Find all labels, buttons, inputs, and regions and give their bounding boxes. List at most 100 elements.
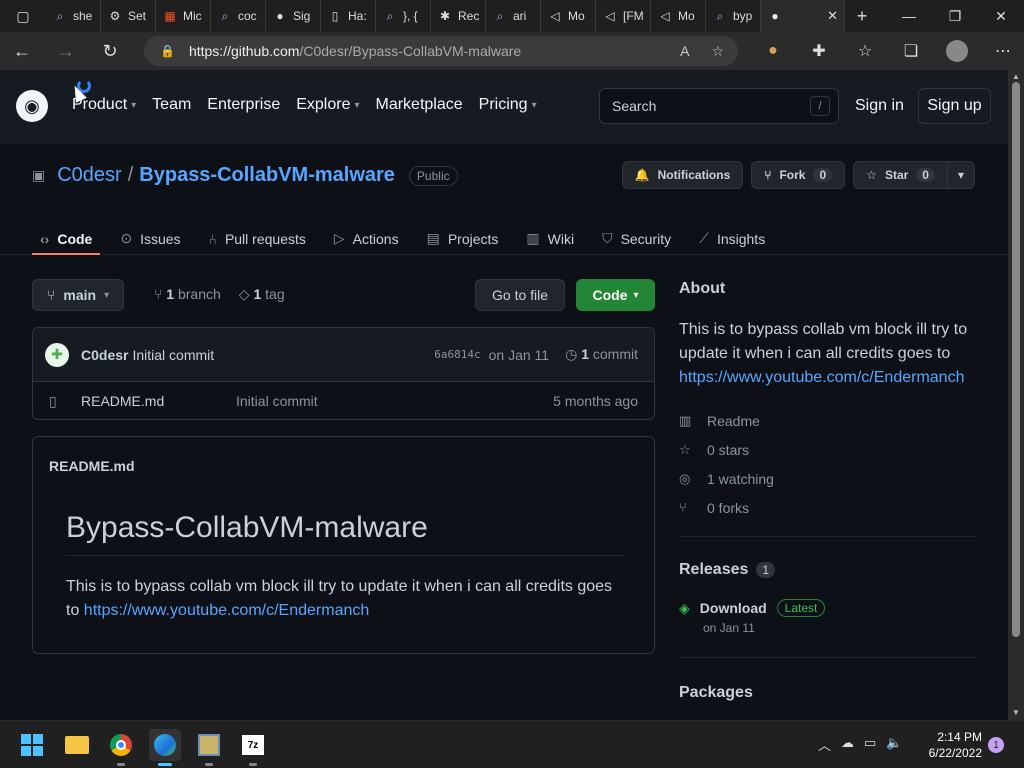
avatar[interactable]: ✚ (45, 342, 69, 367)
browser-tab[interactable]: ◁ Mo (651, 0, 706, 32)
system-clock[interactable]: 2:14 PM 6/22/2022 (922, 729, 982, 761)
browser-tab[interactable]: ▯ Ha: (321, 0, 376, 32)
edge-icon (154, 734, 176, 756)
close-tab-icon[interactable]: ✕ (827, 8, 838, 24)
volume-icon[interactable]: 🔈 (886, 735, 902, 754)
back-button[interactable]: ← (0, 32, 44, 70)
browser-tab[interactable]: ▦ Mic (156, 0, 211, 32)
commit-author-link[interactable]: C0desr (81, 347, 128, 363)
7zip-button[interactable]: 7z (237, 729, 269, 766)
minimize-icon[interactable]: — (886, 0, 932, 32)
browser-tab[interactable]: ⌕ ari (486, 0, 541, 32)
about-item-stars[interactable]: ☆ 0 stars (679, 435, 976, 464)
about-link[interactable]: https://www.youtube.com/c/Endermanch (679, 369, 964, 386)
packages-title-link[interactable]: Packages (679, 684, 976, 702)
branches-link[interactable]: ⑂ 1 branch (154, 286, 221, 303)
readme-link[interactable]: https://www.youtube.com/c/Endermanch (84, 602, 369, 619)
commit-message-link[interactable]: Initial commit (132, 347, 214, 363)
browser-tab[interactable]: ⌕ coc (211, 0, 266, 32)
search-icon: ⌕ (56, 8, 64, 23)
file-commit-link[interactable]: Initial commit (236, 393, 318, 409)
read-aloud-icon[interactable]: A (680, 43, 689, 60)
forward-button[interactable]: → (44, 32, 88, 70)
file-name-link[interactable]: README.md (81, 393, 236, 409)
browser-tab[interactable]: ◁ [FM (596, 0, 651, 32)
star-button[interactable]: ☆ Star 0 (853, 161, 948, 189)
tab-issues[interactable]: ⊙ Issues (112, 220, 188, 254)
browser-tab[interactable]: ● Sig (266, 0, 321, 32)
go-to-file-button[interactable]: Go to file (475, 279, 566, 311)
fork-button[interactable]: ⑂ Fork 0 (751, 161, 846, 189)
chevron-up-icon[interactable]: ︿ (818, 735, 831, 754)
cookie-icon[interactable]: ● (750, 32, 796, 70)
chrome-button[interactable] (105, 729, 137, 766)
code-button[interactable]: Code ▾ (576, 279, 655, 311)
browser-tab[interactable]: ✱ Rec (431, 0, 486, 32)
nav-item-marketplace[interactable]: Marketplace (376, 96, 463, 114)
browser-tab[interactable]: ◁ Mo (541, 0, 596, 32)
refresh-button[interactable]: ↻ (88, 32, 132, 70)
about-item-Readme[interactable]: ▥ Readme (679, 406, 976, 435)
new-tab-button[interactable]: + (845, 0, 879, 32)
tab-actions[interactable]: ▷ Actions (326, 220, 407, 254)
network-icon[interactable]: ▭ (864, 735, 876, 754)
sign-in-link[interactable]: Sign in (855, 97, 904, 115)
url-input[interactable]: 🔒 https://github.com/C0desr/Bypass-Colla… (144, 36, 738, 66)
commit-hash-link[interactable]: 6a6814c (434, 348, 480, 361)
tab-insights[interactable]: ⟋ Insights (691, 220, 773, 254)
page-scrollbar[interactable]: ▲ ▼ (1008, 70, 1024, 720)
favorites-icon[interactable]: ☆ (842, 32, 888, 70)
star-dropdown-button[interactable]: ▾ (947, 161, 975, 189)
edge-button[interactable] (149, 729, 181, 766)
readme-filename-link[interactable]: README.md (49, 458, 135, 474)
extensions-icon[interactable]: ✚ (796, 32, 842, 70)
clock-date: 6/22/2022 (928, 746, 982, 760)
nav-item-team[interactable]: Team (152, 96, 191, 114)
releases-title-link[interactable]: Releases (679, 561, 748, 579)
close-window-icon[interactable]: ✕ (978, 0, 1024, 32)
notifications-button[interactable]: 🔔 Notifications (621, 161, 744, 189)
restore-icon[interactable]: ❐ (932, 0, 978, 32)
about-item-watching[interactable]: ◎ 1 watching (679, 464, 976, 493)
branch-select-button[interactable]: ⑂ main ▾ (32, 279, 125, 311)
nav-item-pricing[interactable]: Pricing ▾ (479, 96, 537, 114)
profile-avatar[interactable] (934, 32, 980, 70)
tab-code[interactable]: ‹› Code (32, 220, 101, 255)
tab-wiki[interactable]: ▥ Wiki (518, 220, 582, 254)
file-explorer-button[interactable] (61, 729, 93, 761)
sign-up-button[interactable]: Sign up (918, 88, 991, 124)
browser-tab[interactable]: ⌕}, { (376, 0, 431, 32)
tab-actions-icon[interactable]: ▢ (0, 0, 46, 32)
nav-item-enterprise[interactable]: Enterprise (207, 96, 280, 114)
tab-projects[interactable]: ▤ Projects (419, 220, 507, 254)
browser-tab[interactable]: ⚙ Set (101, 0, 156, 32)
repo-owner-link[interactable]: C0desr (57, 164, 121, 187)
tab-security[interactable]: ⛉ Security (594, 220, 679, 254)
release-item[interactable]: ◈ Download Latest (679, 599, 976, 617)
tags-link[interactable]: ◇ 1 tag (239, 286, 285, 303)
scrollbar-thumb[interactable] (1012, 82, 1020, 637)
github-logo-icon[interactable]: ◉ (16, 90, 48, 122)
cloud-icon[interactable]: ☁ (841, 735, 854, 754)
windows-logo-icon (21, 734, 43, 756)
collections-icon[interactable]: ❏ (888, 32, 934, 70)
commits-link[interactable]: ◷ 1 commit (565, 346, 638, 363)
lock-icon[interactable]: 🔒 (160, 44, 175, 58)
star-button-group: ☆ Star 0 ▾ (853, 161, 975, 189)
tab-active[interactable]: ● ✕ (761, 0, 845, 32)
browser-tab[interactable]: ⌕ byp (706, 0, 761, 32)
about-item-forks[interactable]: ⑂ 0 forks (679, 493, 976, 522)
scroll-up-icon[interactable]: ▲ (1011, 72, 1021, 82)
add-favorite-icon[interactable]: ☆ (711, 43, 724, 60)
nav-item-explore[interactable]: Explore ▾ (296, 96, 359, 114)
search-input[interactable]: Search / (599, 88, 839, 124)
scroll-down-icon[interactable]: ▼ (1011, 708, 1021, 718)
archive-app-button[interactable] (193, 729, 225, 766)
tab-pull-requests[interactable]: ⑃ Pull requests (201, 220, 314, 254)
repo-name-link[interactable]: Bypass-CollabVM-malware (139, 164, 395, 187)
browser-tab[interactable]: ⌕ she (46, 0, 101, 32)
branch-icon: ⑂ (154, 286, 163, 302)
start-button[interactable] (16, 729, 48, 761)
settings-more-icon[interactable]: ⋯ (980, 32, 1024, 70)
notification-badge[interactable]: 1 (988, 737, 1004, 753)
